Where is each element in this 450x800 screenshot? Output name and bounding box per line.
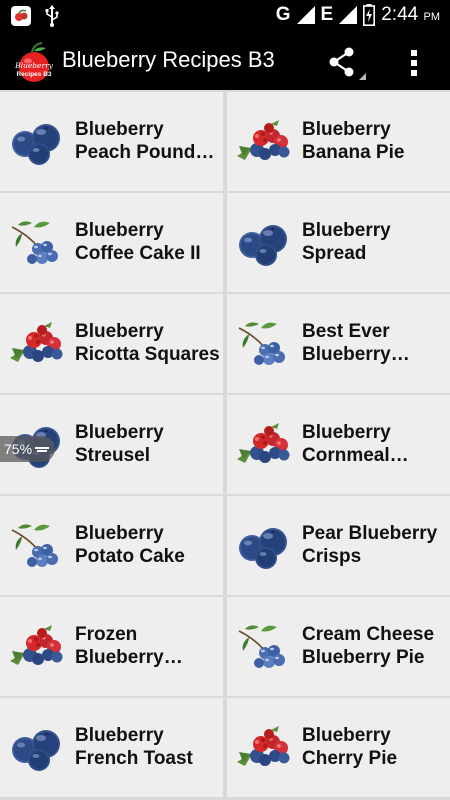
- recipe-tile[interactable]: Blueberry Cherry Pie: [227, 698, 450, 797]
- recipe-title-line2: Crisps: [302, 546, 362, 567]
- recipe-tile[interactable]: Blueberry French Toast: [0, 698, 223, 797]
- recipe-title-line2: French Toast: [75, 748, 193, 769]
- share-icon[interactable]: [324, 45, 368, 81]
- recipe-title: Blueberry Ricotta Squares: [75, 320, 220, 366]
- network-type-label: G: [275, 4, 291, 25]
- status-bar: G E 2:44 PM: [0, 0, 450, 32]
- recipe-title-line1: Blueberry: [302, 725, 391, 746]
- app-title: Blueberry Recipes B3: [62, 47, 275, 72]
- recipe-title-line2: Spread: [302, 243, 367, 264]
- recipe-title: Blueberry Potato Cake: [75, 522, 220, 568]
- mixed-berries-thumbnail-icon: [8, 621, 66, 673]
- recipe-title: Blueberry Cherry Pie: [302, 724, 447, 770]
- overflow-menu-icon[interactable]: [400, 45, 428, 81]
- recipe-title-line2: Cherry Pie: [302, 748, 398, 769]
- recipe-tile[interactable]: Cream Cheese Blueberry Pie: [227, 597, 450, 696]
- blueberries-thumbnail-icon: [235, 217, 293, 269]
- clock: 2:44 PM: [381, 4, 440, 26]
- recipe-title: Cream Cheese Blueberry Pie: [302, 623, 447, 669]
- recipe-title: Frozen Blueberry…: [75, 623, 220, 669]
- recipe-title-line2: Potato Cake: [75, 546, 185, 567]
- recipe-tile[interactable]: Blueberry Potato Cake: [0, 496, 223, 595]
- recipe-title-line1: Blueberry: [75, 119, 164, 140]
- recipe-title-line2: Blueberry…: [75, 647, 183, 668]
- blueberries-thumbnail-icon: [235, 520, 293, 572]
- recipe-title: Best Ever Blueberry…: [302, 320, 447, 366]
- usb-icon: [45, 5, 59, 27]
- recipe-tile[interactable]: Blueberry Peach Pound…: [0, 92, 223, 191]
- zoom-scale-icon: [35, 447, 50, 452]
- recipe-tile[interactable]: Blueberry Spread: [227, 193, 450, 292]
- recipe-title: Blueberry Peach Pound…: [75, 118, 220, 164]
- mixed-berries-thumbnail-icon: [235, 116, 293, 168]
- recipe-tile[interactable]: Blueberry Banana Pie: [227, 92, 450, 191]
- blueberries-thumbnail-icon: [8, 116, 66, 168]
- recipe-title-line2: Blueberry…: [302, 344, 410, 365]
- clock-time: 2:44: [381, 4, 419, 25]
- zoom-badge: 75%: [0, 436, 56, 462]
- recipe-title: Blueberry Streusel: [75, 421, 220, 467]
- recipe-title-line1: Blueberry: [75, 422, 164, 443]
- mixed-berries-thumbnail-icon: [235, 722, 293, 774]
- recipe-tile[interactable]: Pear Blueberry Crisps: [227, 496, 450, 595]
- recipe-title-line1: Blueberry: [302, 119, 391, 140]
- app-bar: Blueberry Recipes B3 Blueberry Recipes B…: [0, 32, 450, 90]
- berry-branch-thumbnail-icon: [235, 318, 293, 370]
- recipe-title-line1: Blueberry: [75, 321, 164, 342]
- berry-branch-thumbnail-icon: [8, 217, 66, 269]
- recipe-title-line1: Blueberry: [75, 725, 164, 746]
- recipe-title-line2: Coffee Cake II: [75, 243, 201, 264]
- recipe-title-line2: Cornmeal…: [302, 445, 409, 466]
- recipe-title-line1: Blueberry: [75, 523, 164, 544]
- recipe-title-line1: Blueberry: [75, 220, 164, 241]
- blueberries-thumbnail-icon: [8, 722, 66, 774]
- recipe-title-line1: Cream Cheese: [302, 624, 435, 645]
- battery-charging-icon: [363, 4, 376, 26]
- recipe-tile[interactable]: Blueberry Cornmeal…: [227, 395, 450, 494]
- recipe-title: Blueberry French Toast: [75, 724, 220, 770]
- network-type-label-2: E: [320, 4, 334, 25]
- zoom-label: 75%: [4, 441, 33, 457]
- recipe-title-line2: Streusel: [75, 445, 150, 466]
- recipe-title: Blueberry Banana Pie: [302, 118, 447, 164]
- signal-icon-2: [339, 6, 358, 24]
- mixed-berries-thumbnail-icon: [235, 419, 293, 471]
- recipe-title-line2: Blueberry Pie: [302, 647, 425, 668]
- berry-branch-thumbnail-icon: [235, 621, 293, 673]
- notification-app-icon: [11, 6, 31, 26]
- app-logo-text-2: Recipes B3: [16, 71, 51, 78]
- signal-icon: [296, 6, 315, 24]
- clock-ampm: PM: [423, 11, 441, 23]
- status-left: [10, 5, 60, 27]
- recipe-title-line1: Pear Blueberry: [302, 523, 438, 544]
- recipe-title-line1: Frozen: [75, 624, 138, 645]
- berry-branch-thumbnail-icon: [8, 520, 66, 572]
- recipe-title-line1: Blueberry: [302, 422, 391, 443]
- recipe-title-line2: Ricotta Squares: [75, 344, 220, 365]
- recipe-title-line2: Banana Pie: [302, 142, 405, 163]
- recipe-title: Blueberry Cornmeal…: [302, 421, 447, 467]
- recipe-tile[interactable]: Blueberry Coffee Cake II: [0, 193, 223, 292]
- recipe-tile[interactable]: Frozen Blueberry…: [0, 597, 223, 696]
- recipe-title: Pear Blueberry Crisps: [302, 522, 447, 568]
- status-right: G E 2:44 PM: [276, 4, 440, 26]
- recipe-tile[interactable]: Blueberry Ricotta Squares: [0, 294, 223, 393]
- mixed-berries-thumbnail-icon: [8, 318, 66, 370]
- app-logo-text-1: Blueberry: [14, 61, 54, 70]
- app-logo-icon[interactable]: Blueberry Recipes B3: [12, 42, 56, 82]
- recipe-title: Blueberry Spread: [302, 219, 447, 265]
- recipe-tile[interactable]: Best Ever Blueberry…: [227, 294, 450, 393]
- recipe-title-line1: Best Ever: [302, 321, 390, 342]
- recipe-title-line1: Blueberry: [302, 220, 391, 241]
- recipe-grid-container[interactable]: Blueberry Peach Pound… Blueberry Banana Pie…: [0, 90, 450, 800]
- recipe-title-line2: Peach Pound…: [75, 142, 215, 163]
- recipe-title: Blueberry Coffee Cake II: [75, 219, 220, 265]
